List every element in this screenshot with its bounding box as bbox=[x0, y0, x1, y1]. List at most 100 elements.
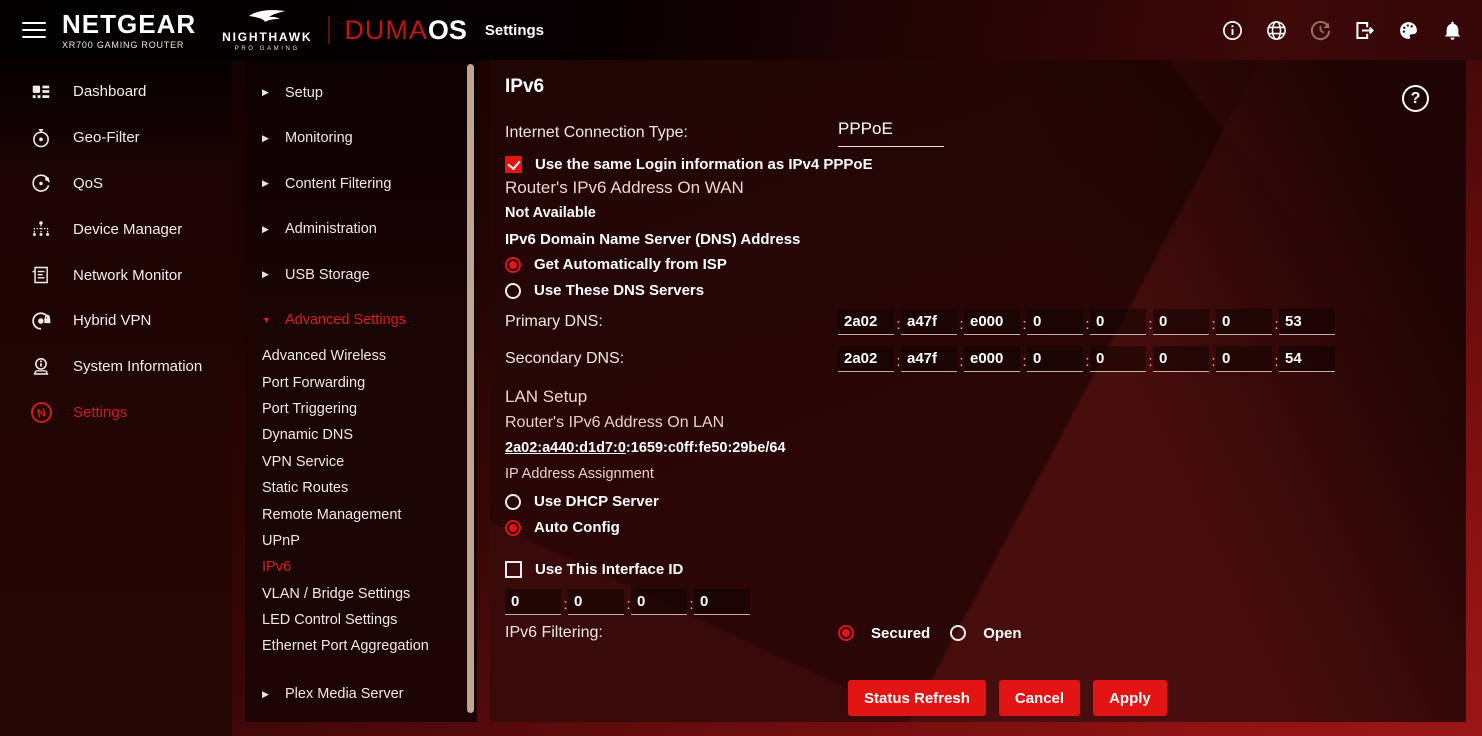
interface-id-segment-input[interactable]: 0 bbox=[568, 589, 630, 615]
info-icon[interactable] bbox=[1221, 19, 1244, 42]
dns-auto-row: Get Automatically from ISP bbox=[505, 256, 727, 273]
interface-id-fields-row: 0000 bbox=[505, 589, 757, 615]
submenu-item-advanced-wireless[interactable]: Advanced Wireless bbox=[245, 343, 477, 369]
nighthawk-bird-icon bbox=[249, 9, 286, 22]
submenu-item-port-forwarding[interactable]: Port Forwarding bbox=[245, 369, 477, 395]
ipv6-segment-input[interactable]: 0 bbox=[1216, 309, 1278, 335]
interface-id-row: Use This Interface ID bbox=[505, 561, 683, 578]
expander-arrow-icon: ▶ bbox=[262, 87, 269, 98]
nighthawk-name: NIGHTHAWK bbox=[222, 29, 313, 44]
hamburger-menu-icon[interactable] bbox=[22, 17, 46, 43]
sidebar-item-device-manager[interactable]: Device Manager bbox=[0, 206, 232, 252]
primary-dns-fields: 2a02a47fe000000053 bbox=[838, 309, 1342, 335]
submenu-scrollbar-thumb[interactable] bbox=[467, 64, 474, 713]
submenu-item-vlan-bridge-settings[interactable]: VLAN / Bridge Settings bbox=[245, 581, 477, 607]
status-refresh-button[interactable]: Status Refresh bbox=[848, 680, 986, 716]
radio-secured[interactable] bbox=[838, 625, 854, 641]
ipv6-segment-input[interactable]: 0 bbox=[1027, 309, 1089, 335]
sidebar-item-geo-filter[interactable]: Geo-Filter bbox=[0, 115, 232, 161]
radio-get-automatically[interactable] bbox=[505, 256, 521, 273]
notifications-bell-icon[interactable] bbox=[1441, 19, 1464, 42]
filtering-options: Secured Open bbox=[838, 625, 1038, 642]
theme-palette-icon[interactable] bbox=[1397, 19, 1420, 42]
sidebar-item-settings[interactable]: N Settings bbox=[0, 390, 232, 436]
secondary-dns-fields: 2a02a47fe000000054 bbox=[838, 346, 1342, 372]
action-buttons-row: Status Refresh Cancel Apply bbox=[848, 680, 1180, 716]
ipv6-segment-input[interactable]: e000 bbox=[964, 346, 1026, 372]
globe-icon[interactable] bbox=[1265, 19, 1288, 42]
ipv6-segment-input[interactable]: a47f bbox=[901, 346, 963, 372]
geo-filter-icon bbox=[29, 126, 53, 150]
radio-use-dhcp-server[interactable] bbox=[505, 493, 521, 510]
ipv6-segment-input[interactable]: 54 bbox=[1279, 346, 1335, 372]
sidebar-item-qos[interactable]: QoS bbox=[0, 161, 232, 207]
interface-id-checkbox[interactable] bbox=[505, 561, 522, 578]
primary-dns-row: Primary DNS: 2a02a47fe000000053 bbox=[505, 309, 1342, 335]
submenu-item-upnp[interactable]: UPnP bbox=[245, 528, 477, 554]
radio-open[interactable] bbox=[950, 625, 967, 641]
submenu-item-monitoring[interactable]: ▶ Monitoring bbox=[245, 116, 477, 162]
ipv6-segment-input[interactable]: 0 bbox=[1090, 346, 1152, 372]
ipv6-segment-input[interactable]: e000 bbox=[964, 309, 1026, 335]
system-information-icon bbox=[29, 355, 53, 379]
ipv6-segment-input[interactable]: 53 bbox=[1279, 309, 1335, 335]
submenu-item-remote-management[interactable]: Remote Management bbox=[245, 501, 477, 527]
ipv6-segment-input[interactable]: 0 bbox=[1153, 309, 1215, 335]
logout-icon[interactable] bbox=[1353, 19, 1376, 42]
ipv6-segment-input[interactable]: 0 bbox=[1027, 346, 1089, 372]
submenu-item-port-triggering[interactable]: Port Triggering bbox=[245, 396, 477, 422]
submenu-item-ipv6[interactable]: IPv6 bbox=[245, 554, 477, 580]
ipv6-segment-input[interactable]: 0 bbox=[1153, 346, 1215, 372]
submenu-item-plex-media-server[interactable]: ▶ Plex Media Server bbox=[245, 672, 477, 718]
secured-label: Secured bbox=[871, 624, 931, 642]
netgear-logo: NETGEAR XR700 GAMING ROUTER bbox=[62, 11, 196, 50]
ipv6-segment-input[interactable]: 2a02 bbox=[838, 346, 900, 372]
submenu-item-setup[interactable]: ▶ Setup bbox=[245, 70, 477, 116]
same-login-checkbox[interactable] bbox=[505, 156, 522, 173]
help-icon[interactable]: ? bbox=[1402, 85, 1429, 112]
interface-id-segment-input[interactable]: 0 bbox=[631, 589, 693, 615]
dns-auto-label: Get Automatically from ISP bbox=[534, 256, 727, 273]
sidebar-item-system-information[interactable]: System Information bbox=[0, 344, 232, 390]
expander-arrow-icon: ▶ bbox=[262, 269, 269, 280]
ipv6-segment-input[interactable]: 0 bbox=[1216, 346, 1278, 372]
cancel-button[interactable]: Cancel bbox=[998, 680, 1081, 716]
wan-heading: Router's IPv6 Address On WAN bbox=[505, 178, 744, 197]
device-manager-icon bbox=[29, 217, 53, 241]
submenu-item-ethernet-port-aggregation[interactable]: Ethernet Port Aggregation bbox=[245, 633, 477, 659]
submenu-item-static-routes[interactable]: Static Routes bbox=[245, 475, 477, 501]
sidebar-item-dashboard[interactable]: Dashboard bbox=[0, 69, 232, 115]
interface-id-segment-input[interactable]: 0 bbox=[505, 589, 567, 615]
router-model: XR700 GAMING ROUTER bbox=[62, 39, 185, 50]
netduma-n-icon: N bbox=[28, 400, 54, 425]
submenu-item-vpn-service[interactable]: VPN Service bbox=[245, 449, 477, 475]
dumaos-settings-screen: NETGEAR XR700 GAMING ROUTER NIGHTHAWK PR… bbox=[0, 0, 1482, 736]
connection-type-select[interactable]: PPPoE bbox=[838, 119, 944, 147]
submenu-item-content-filtering[interactable]: ▶ Content Filtering bbox=[245, 161, 477, 207]
lan-setup-heading: LAN Setup bbox=[505, 387, 588, 406]
ipv6-segment-input[interactable]: 2a02 bbox=[838, 309, 900, 335]
settings-submenu: ▶ Setup ▶ Monitoring ▶ Content Filtering… bbox=[245, 60, 477, 722]
submenu-item-led-control-settings[interactable]: LED Control Settings bbox=[245, 607, 477, 633]
submenu-item-administration[interactable]: ▶ Administration bbox=[245, 207, 477, 253]
lan-address: 2a02:a440:d1d7:0:1659:c0ff:fe50:29be/64 bbox=[505, 440, 786, 456]
sidebar-item-network-monitor[interactable]: Network Monitor bbox=[0, 252, 232, 298]
filtering-label: IPv6 Filtering: bbox=[505, 624, 603, 641]
interface-id-segment-input[interactable]: 0 bbox=[694, 589, 750, 615]
header-icons bbox=[1221, 19, 1464, 42]
lan-address-link[interactable]: 2a02:a440:d1d7:0 bbox=[505, 440, 626, 456]
apply-button[interactable]: Apply bbox=[1093, 680, 1167, 716]
submenu-item-usb-storage[interactable]: ▶ USB Storage bbox=[245, 252, 477, 298]
open-label: Open bbox=[983, 624, 1022, 642]
refresh-history-icon[interactable] bbox=[1309, 19, 1332, 42]
ipv6-segment-input[interactable]: 0 bbox=[1090, 309, 1152, 335]
auto-config-label: Auto Config bbox=[534, 519, 620, 536]
submenu-item-dynamic-dns[interactable]: Dynamic DNS bbox=[245, 422, 477, 448]
radio-auto-config[interactable] bbox=[505, 519, 521, 536]
sidebar-item-hybrid-vpn[interactable]: Hybrid VPN bbox=[0, 298, 232, 344]
ipv6-segment-input[interactable]: a47f bbox=[901, 309, 963, 335]
radio-use-these-dns[interactable] bbox=[505, 282, 521, 299]
expander-arrow-icon: ▶ bbox=[262, 132, 269, 143]
dhcp-server-label: Use DHCP Server bbox=[534, 493, 659, 510]
submenu-item-advanced-settings[interactable]: ▼ Advanced Settings bbox=[245, 298, 477, 344]
